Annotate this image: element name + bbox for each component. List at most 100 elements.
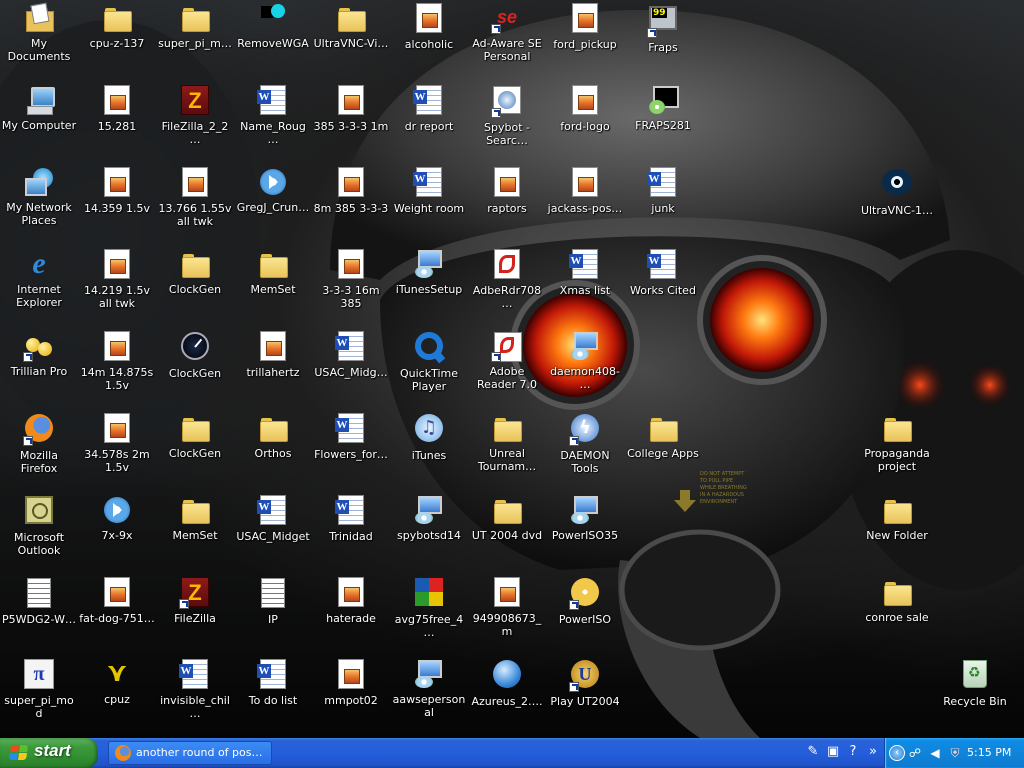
desktop-icon[interactable]: avg75free_4… <box>390 576 468 639</box>
desktop-icon[interactable]: Fraps <box>624 2 702 54</box>
desktop-icon[interactable]: π super_pi_mod <box>0 658 78 720</box>
overflow-chevron-icon[interactable]: » <box>864 743 882 761</box>
desktop-icon[interactable]: 8m 385 3-3-3 <box>312 166 390 215</box>
desktop-icon[interactable]: 14.219 1.5v all twk <box>78 248 156 310</box>
desktop-icon[interactable]: My Network Places <box>0 166 78 227</box>
desktop-icon[interactable]: Flowers_for… <box>312 412 390 461</box>
desktop-icon[interactable]: jackass-pos… <box>546 166 624 215</box>
desktop-icon[interactable]: dr report <box>390 84 468 133</box>
desktop-icon[interactable]: daemon408-… <box>546 330 624 391</box>
desktop-icon[interactable]: Microsoft Outlook <box>0 494 78 557</box>
desktop-icon[interactable]: invisible_chil… <box>156 658 234 720</box>
desktop-icon[interactable]: cpu-z-137 <box>78 2 156 50</box>
taskbar-button-firefox-window[interactable]: another round of pos… <box>108 741 272 765</box>
desktop-icon[interactable]: haterade <box>312 576 390 625</box>
desktop-icon[interactable]: 14.359 1.5v <box>78 166 156 215</box>
desktop-icon[interactable]: USAC_Midg… <box>312 330 390 379</box>
desktop-icon[interactable]: College Apps <box>624 412 702 460</box>
desktop-icon[interactable]: Trinidad <box>312 494 390 543</box>
desktop-icon[interactable]: 3-3-3 16m 385 <box>312 248 390 310</box>
desktop-icon[interactable]: Adobe Reader 7.0 <box>468 330 546 391</box>
zip-folder-icon <box>179 494 211 526</box>
desktop-icon[interactable]: MemSet <box>234 248 312 296</box>
desktop-icon[interactable]: UltraVNC-Vi… <box>312 2 390 50</box>
desktop-icon[interactable]: MemSet <box>156 494 234 542</box>
desktop-icon[interactable]: My Documents <box>0 2 78 63</box>
desktop-icon[interactable]: 34.578s 2m 1.5v <box>78 412 156 474</box>
desktop-icon[interactable]: ϟ DAEMON Tools <box>546 412 624 475</box>
desktop-icon[interactable]: To do list <box>234 658 312 707</box>
desktop-icon[interactable]: e Internet Explorer <box>0 248 78 310</box>
desktop-icon[interactable]: 14m 14.875s 1.5v <box>78 330 156 392</box>
desktop-icon[interactable]: UltraVNC-1… <box>858 166 936 217</box>
desktop-icon[interactable]: 15.281 <box>78 84 156 133</box>
show-hidden-icons-button[interactable]: ‹ <box>889 745 905 761</box>
desktop-icon[interactable]: super_pi_m… <box>156 2 234 50</box>
desktop-icon[interactable]: New Folder <box>858 494 936 542</box>
network-tray-icon[interactable]: ☍ <box>907 745 923 761</box>
desktop-icon[interactable]: ClockGen <box>156 330 234 380</box>
desktop-icon[interactable]: raptors <box>468 166 546 215</box>
desktop-icon[interactable]: P5WDG2-W… <box>0 576 78 626</box>
desktop-icon[interactable]: fat-dog-751… <box>78 576 156 625</box>
desktop-icon[interactable]: ford_pickup <box>546 2 624 51</box>
desktop-icon[interactable]: 385 3-3-3 1m <box>312 84 390 133</box>
desktop-icon-label: Trinidad <box>329 530 373 543</box>
desktop-icon[interactable]: conroe sale <box>858 576 936 624</box>
desktop-icon[interactable]: Xmas list <box>546 248 624 297</box>
desktop-icon[interactable]: spybotsd14 <box>390 494 468 542</box>
desktop-icon[interactable]: PowerISO35 <box>546 494 624 542</box>
desktop-icon[interactable]: QuickTime Player <box>390 330 468 393</box>
desktop-icon[interactable]: FRAPS281 <box>624 84 702 132</box>
desktop-icon[interactable]: Recycle Bin <box>936 658 1014 708</box>
help-icon[interactable]: ? <box>844 743 862 761</box>
desktop-icon[interactable]: 7x-9x <box>78 494 156 542</box>
desktop-icon[interactable]: 949908673_m <box>468 576 546 638</box>
desktop-icon[interactable]: IP <box>234 576 312 626</box>
desktop-icon[interactable]: Unreal Tournam… <box>468 412 546 473</box>
desktop-icon[interactable]: My Computer <box>0 84 78 132</box>
desktop-icon[interactable]: Azureus_2…. <box>468 658 546 708</box>
desktop-icon[interactable]: trillahertz <box>234 330 312 379</box>
desktop-icon[interactable]: Z FileZilla <box>156 576 234 625</box>
desktop-icon[interactable]: Name_Roug… <box>234 84 312 146</box>
desktop-icon[interactable]: Spybot - Searc… <box>468 84 546 147</box>
desktop-icon[interactable]: UT 2004 dvd <box>468 494 546 542</box>
desktop-icon-label: UltraVNC-1… <box>860 204 934 217</box>
desktop-icon[interactable]: USAC_Midget <box>234 494 312 543</box>
desktop-icon[interactable]: Orthos <box>234 412 312 460</box>
folder-icon <box>101 2 133 34</box>
desktop-icon[interactable]: Propaganda project <box>858 412 936 473</box>
desktop-icon[interactable]: U Play UT2004 <box>546 658 624 708</box>
speaker-tray-icon[interactable]: ◀ <box>927 745 943 761</box>
security-shield-icon[interactable]: ⛨ <box>947 745 963 761</box>
desktop-icon[interactable]: AdbeRdr708… <box>468 248 546 310</box>
desktop-icon[interactable]: RemoveWGA <box>234 2 312 50</box>
desktop-icon-label: trillahertz <box>246 366 300 379</box>
desktop-icon[interactable]: Trillian Pro <box>0 330 78 378</box>
desktop-icon[interactable]: 13.766 1.55v all twk <box>156 166 234 228</box>
desktop-icon[interactable]: Mozilla Firefox <box>0 412 78 475</box>
tools-icon[interactable]: ✎ <box>804 743 822 761</box>
desktop-icon[interactable]: ♫ iTunes <box>390 412 468 462</box>
clock[interactable]: 5:15 PM <box>967 746 1011 759</box>
archive-file-icon <box>569 3 601 35</box>
desktop-icon[interactable]: aawsepersonal <box>390 658 468 719</box>
desktop-icon[interactable]: alcoholic <box>390 2 468 51</box>
display-icon[interactable]: ▣ <box>824 743 842 761</box>
desktop-icon[interactable]: PowerISO <box>546 576 624 626</box>
desktop-icon[interactable]: ClockGen <box>156 412 234 460</box>
desktop-icon[interactable]: iTunesSetup <box>390 248 468 296</box>
desktop-icon[interactable]: ford-logo <box>546 84 624 133</box>
desktop-icon[interactable]: junk <box>624 166 702 215</box>
desktop-icon[interactable]: ⋎ cpuz <box>78 658 156 706</box>
desktop-icon[interactable]: Weight room <box>390 166 468 215</box>
desktop-icon[interactable]: Works Cited <box>624 248 702 297</box>
desktop-icon[interactable]: ClockGen <box>156 248 234 296</box>
desktop-icon[interactable]: se Ad-Aware SE Personal <box>468 2 546 63</box>
adaware-icon: se <box>491 2 523 34</box>
desktop-icon[interactable]: mmpot02 <box>312 658 390 707</box>
desktop-icon[interactable]: Z FileZilla_2_2… <box>156 84 234 146</box>
desktop-icon[interactable]: GregJ_Crun… <box>234 166 312 214</box>
start-button[interactable]: start <box>0 738 98 768</box>
